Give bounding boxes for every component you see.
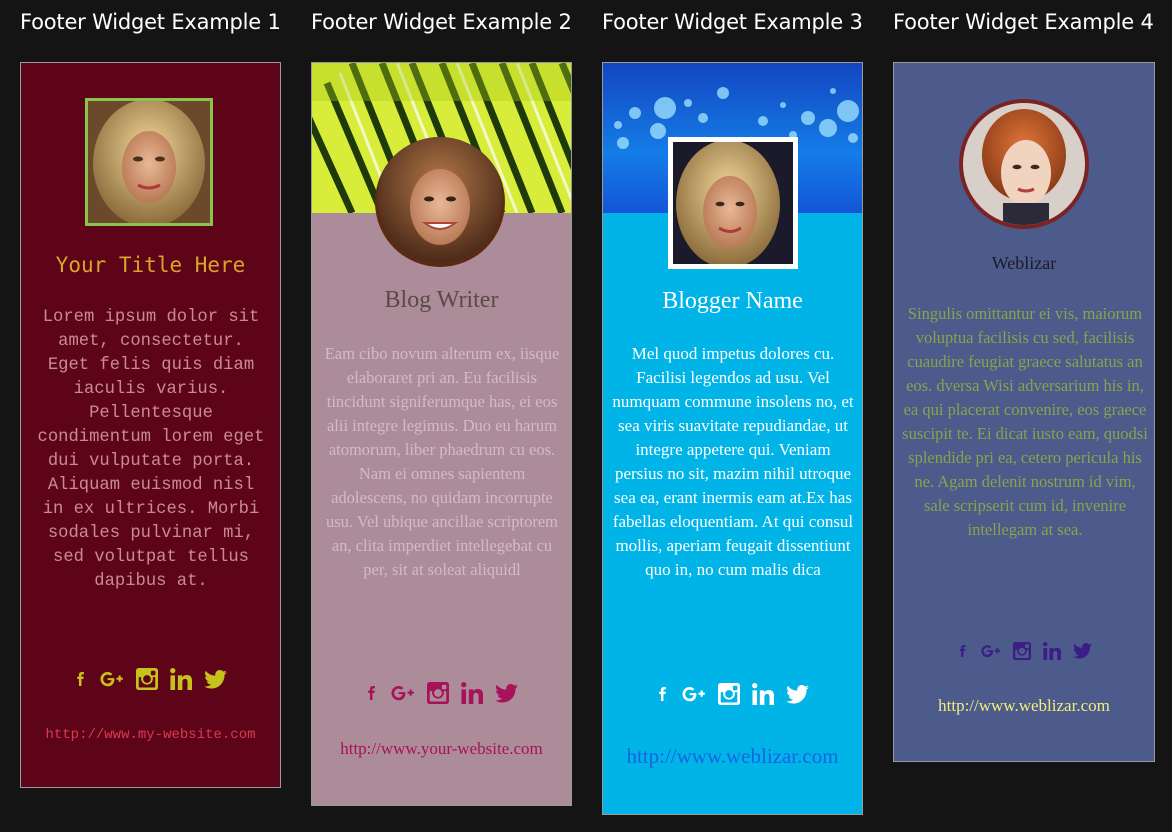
avatar: [85, 98, 213, 226]
linkedin-icon[interactable]: [461, 681, 483, 705]
widget-title: Blogger Name: [662, 288, 803, 314]
widget-bio: Lorem ipsum dolor sit amet, consectetur.…: [37, 308, 265, 591]
widget-heading: Footer Widget Example 4: [893, 10, 1154, 34]
facebook-icon[interactable]: [656, 682, 670, 706]
instagram-icon[interactable]: [1013, 641, 1031, 661]
widget-bio: Mel quod impetus dolores cu. Facilisi le…: [612, 344, 854, 579]
google-plus-icon[interactable]: [391, 681, 415, 705]
social-icons: [603, 682, 862, 706]
linkedin-icon[interactable]: [170, 667, 192, 691]
widget-card: Blogger Name Mel quod impetus dolores cu…: [602, 62, 863, 815]
avatar: [375, 137, 505, 267]
twitter-icon[interactable]: [204, 667, 227, 691]
website-link[interactable]: http://www.your-website.com: [312, 739, 571, 759]
website-link[interactable]: http://www.my-website.com: [21, 727, 280, 743]
widget-bio: Eam cibo novum alterum ex, iisque elabor…: [324, 344, 560, 579]
twitter-icon[interactable]: [786, 682, 809, 706]
widget-title: Weblizar: [991, 253, 1057, 273]
linkedin-icon[interactable]: [1043, 641, 1061, 661]
social-icons: [312, 681, 571, 705]
widget-card: Weblizar Singulis omittantur ei vis, mai…: [893, 62, 1155, 762]
social-icons: [894, 641, 1154, 661]
social-icons: [21, 667, 280, 691]
facebook-icon[interactable]: [365, 681, 379, 705]
twitter-icon[interactable]: [495, 681, 518, 705]
widget-card: Blog Writer Eam cibo novum alterum ex, i…: [311, 62, 572, 806]
widget-heading: Footer Widget Example 3: [602, 10, 863, 34]
linkedin-icon[interactable]: [752, 682, 774, 706]
avatar: [959, 99, 1089, 229]
widget-title: Blog Writer: [384, 287, 499, 313]
google-plus-icon[interactable]: [100, 667, 124, 691]
instagram-icon[interactable]: [427, 681, 449, 705]
facebook-icon[interactable]: [74, 667, 88, 691]
avatar: [668, 137, 798, 269]
widget-card: Your Title Here Lorem ipsum dolor sit am…: [20, 62, 281, 788]
instagram-icon[interactable]: [136, 667, 158, 691]
twitter-icon[interactable]: [1073, 641, 1092, 661]
google-plus-icon[interactable]: [682, 682, 706, 706]
website-link[interactable]: http://www.weblizar.com: [603, 744, 862, 769]
widget-heading: Footer Widget Example 2: [311, 10, 572, 34]
widget-heading: Footer Widget Example 1: [20, 10, 281, 34]
website-link[interactable]: http://www.weblizar.com: [894, 696, 1154, 716]
facebook-icon[interactable]: [957, 641, 969, 661]
widget-title: Your Title Here: [55, 253, 246, 277]
instagram-icon[interactable]: [718, 682, 740, 706]
google-plus-icon[interactable]: [981, 641, 1001, 661]
widget-bio: Singulis omittantur ei vis, maiorum volu…: [902, 304, 1148, 539]
